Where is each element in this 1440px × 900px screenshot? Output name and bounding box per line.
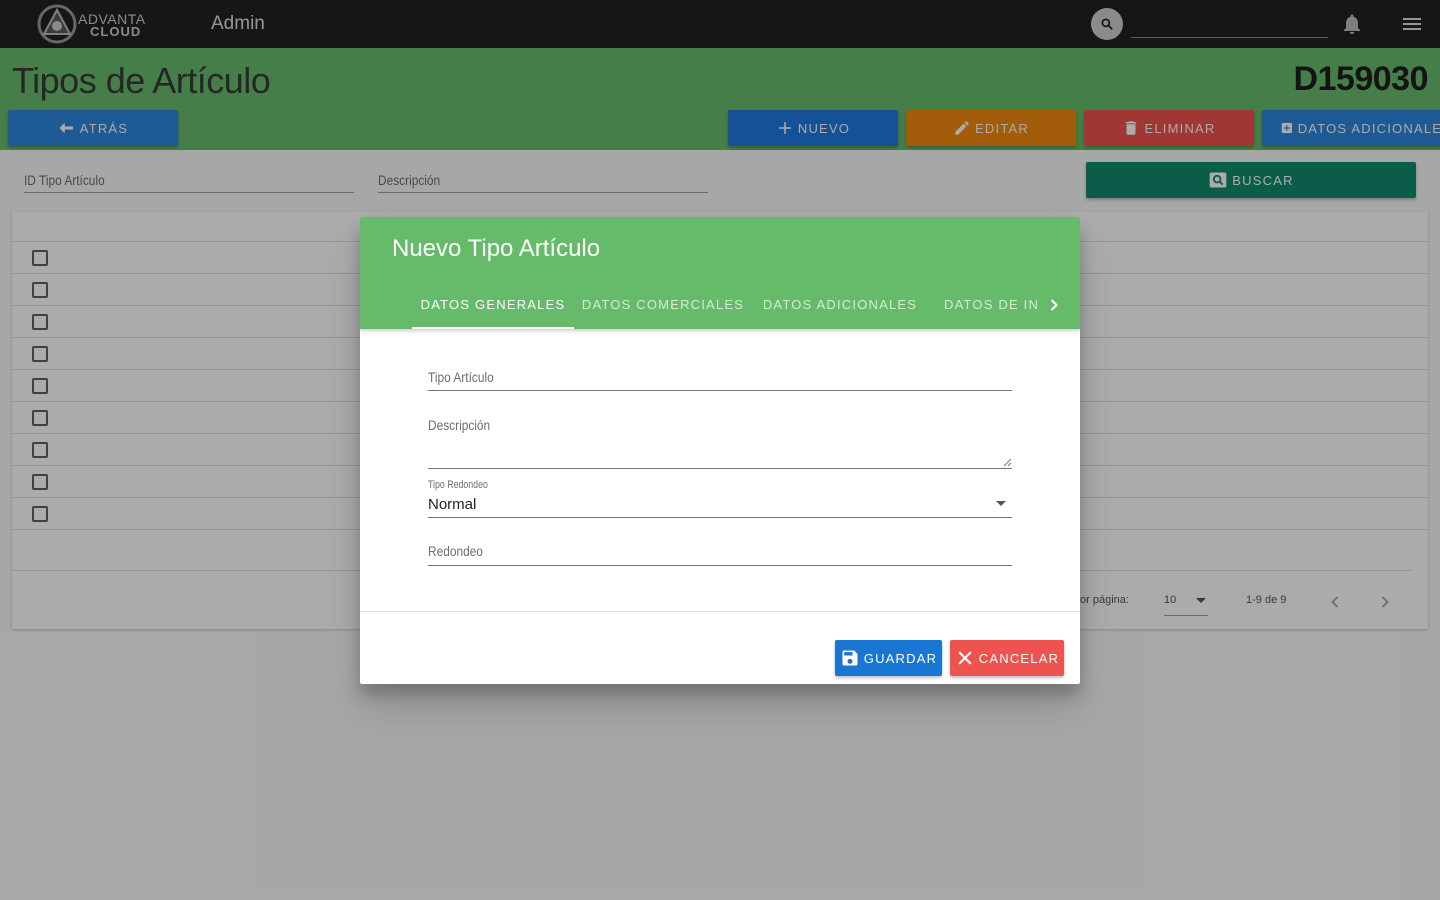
save-button-label: GUARDAR xyxy=(863,650,938,666)
dialog-actions-divider xyxy=(360,611,1080,612)
chevron-down-icon xyxy=(996,501,1006,506)
tab-datos-comerciales[interactable]: DATOS COMERCIALES xyxy=(574,287,752,329)
descripcion-textarea[interactable]: Descripción xyxy=(428,411,1012,469)
save-button[interactable]: GUARDAR xyxy=(835,640,942,676)
floppy-icon xyxy=(842,650,858,666)
new-tipo-articulo-dialog: Nuevo Tipo Artículo DATOS GENERALES DATO… xyxy=(360,217,1080,684)
cancel-button-label: CANCELAR xyxy=(978,650,1060,666)
tipo-redondeo-value: Normal xyxy=(428,496,477,513)
tipo-articulo-label: Tipo Artículo xyxy=(428,369,494,385)
redondeo-field[interactable]: Redondeo xyxy=(428,537,1012,566)
tab-datos-adicionales[interactable]: DATOS ADICIONALES xyxy=(752,287,928,329)
tipo-redondeo-label: Tipo Redondeo xyxy=(428,479,488,491)
resize-handle-icon[interactable] xyxy=(1002,457,1012,467)
cancel-button[interactable]: CANCELAR xyxy=(950,640,1064,676)
descripcion-label: Descripción xyxy=(428,417,491,433)
chevron-right-icon[interactable] xyxy=(1044,295,1064,315)
dialog-title: Nuevo Tipo Artículo xyxy=(392,235,601,262)
dialog-header: Nuevo Tipo Artículo DATOS GENERALES DATO… xyxy=(360,217,1080,329)
tipo-articulo-field[interactable]: Tipo Artículo xyxy=(428,363,1012,391)
close-icon xyxy=(958,651,972,665)
tab-datos-generales[interactable]: DATOS GENERALES xyxy=(412,287,574,329)
active-tab-indicator xyxy=(412,327,574,329)
dialog-tabs: DATOS GENERALES DATOS COMERCIALES DATOS … xyxy=(412,287,1038,329)
redondeo-label: Redondeo xyxy=(428,543,483,559)
tab-datos-de-in[interactable]: DATOS DE IN xyxy=(928,287,1038,329)
tipo-redondeo-select[interactable]: Tipo Redondeo Normal xyxy=(428,477,1012,518)
